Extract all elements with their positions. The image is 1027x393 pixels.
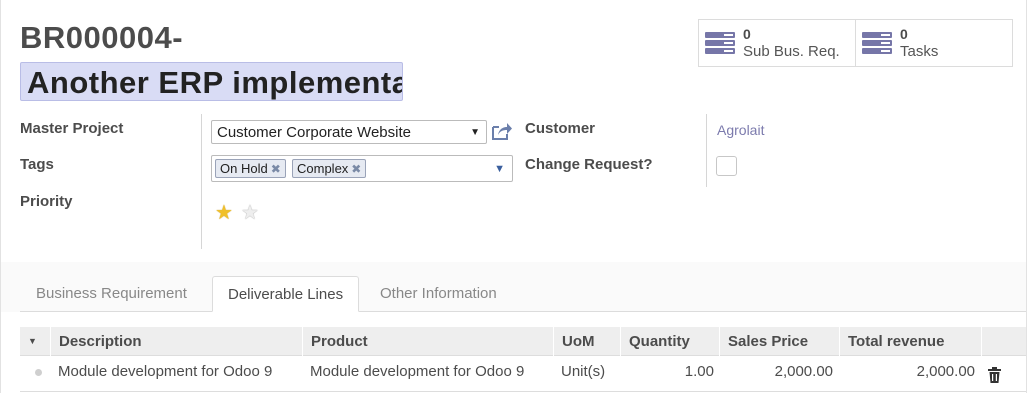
column-total-revenue[interactable]: Total revenue bbox=[839, 327, 981, 356]
tasks-button[interactable]: 0 Tasks bbox=[855, 19, 1013, 67]
star-filled-icon[interactable]: ★ bbox=[215, 203, 233, 223]
cell-uom[interactable]: Unit(s) bbox=[561, 363, 605, 380]
star-empty-icon[interactable]: ★ bbox=[241, 203, 259, 223]
external-link-icon[interactable] bbox=[491, 121, 513, 141]
sub-business-requirements-button[interactable]: 0 Sub Bus. Req. bbox=[698, 19, 856, 67]
tags-label: Tags bbox=[20, 156, 54, 173]
dropdown-caret-icon[interactable]: ▼ bbox=[494, 163, 505, 175]
cell-quantity[interactable]: 1.00 bbox=[620, 363, 714, 380]
tag-on-hold-label: On Hold bbox=[220, 161, 268, 176]
sub-bus-req-count: 0 bbox=[743, 26, 751, 42]
tags-input[interactable]: On Hold ✖ Complex ✖ ▼ bbox=[211, 155, 513, 182]
change-request-label: Change Request? bbox=[525, 156, 653, 173]
tab-business-requirement[interactable]: Business Requirement bbox=[21, 276, 202, 312]
field-separator-right bbox=[706, 114, 707, 187]
trash-icon[interactable] bbox=[988, 367, 1001, 383]
tag-complex: Complex ✖ bbox=[292, 159, 367, 178]
field-separator-left bbox=[201, 114, 202, 249]
priority-label: Priority bbox=[20, 193, 73, 210]
column-actions bbox=[981, 327, 1026, 356]
cell-product[interactable]: Module development for Odoo 9 bbox=[310, 363, 524, 380]
change-request-checkbox[interactable] bbox=[716, 156, 737, 176]
sub-bus-req-label: Sub Bus. Req. bbox=[743, 43, 840, 60]
cell-total-revenue: 2,000.00 bbox=[916, 363, 975, 380]
tasks-count: 0 bbox=[900, 26, 908, 42]
cell-description[interactable]: Module development for Odoo 9 bbox=[58, 363, 272, 380]
tasks-label: Tasks bbox=[900, 43, 939, 60]
form-border-left bbox=[0, 0, 1, 393]
table-header: ▼ Description Product UoM Quantity Sales… bbox=[20, 327, 1026, 356]
remove-tag-icon[interactable]: ✖ bbox=[271, 162, 281, 176]
tab-deliverable-lines[interactable]: Deliverable Lines bbox=[212, 276, 360, 312]
column-sales-price[interactable]: Sales Price bbox=[719, 327, 839, 356]
row-divider bbox=[20, 391, 1026, 392]
master-project-label: Master Project bbox=[20, 120, 124, 137]
record-name-field[interactable]: Another ERP implementa bbox=[20, 62, 403, 101]
list-icon bbox=[705, 32, 735, 54]
customer-link[interactable]: Agrolait bbox=[717, 122, 764, 138]
select-caret-icon: ▼ bbox=[470, 127, 480, 138]
master-project-value: Customer Corporate Website bbox=[217, 124, 411, 141]
master-project-select[interactable]: Customer Corporate Website ▼ bbox=[211, 120, 487, 144]
column-quantity[interactable]: Quantity bbox=[620, 327, 719, 356]
column-description[interactable]: Description bbox=[50, 327, 302, 356]
row-handle[interactable] bbox=[35, 369, 42, 376]
list-icon bbox=[862, 32, 892, 54]
customer-label: Customer bbox=[525, 120, 596, 137]
tag-on-hold: On Hold ✖ bbox=[215, 159, 286, 178]
tab-other-information[interactable]: Other Information bbox=[365, 276, 512, 312]
tag-complex-label: Complex bbox=[297, 161, 349, 176]
column-product[interactable]: Product bbox=[302, 327, 553, 356]
record-reference: BR000004- bbox=[20, 20, 184, 55]
column-uom[interactable]: UoM bbox=[553, 327, 620, 356]
cell-sales-price[interactable]: 2,000.00 bbox=[719, 363, 833, 380]
remove-tag-icon[interactable]: ✖ bbox=[351, 162, 361, 176]
sort-caret-icon[interactable]: ▼ bbox=[20, 327, 50, 356]
